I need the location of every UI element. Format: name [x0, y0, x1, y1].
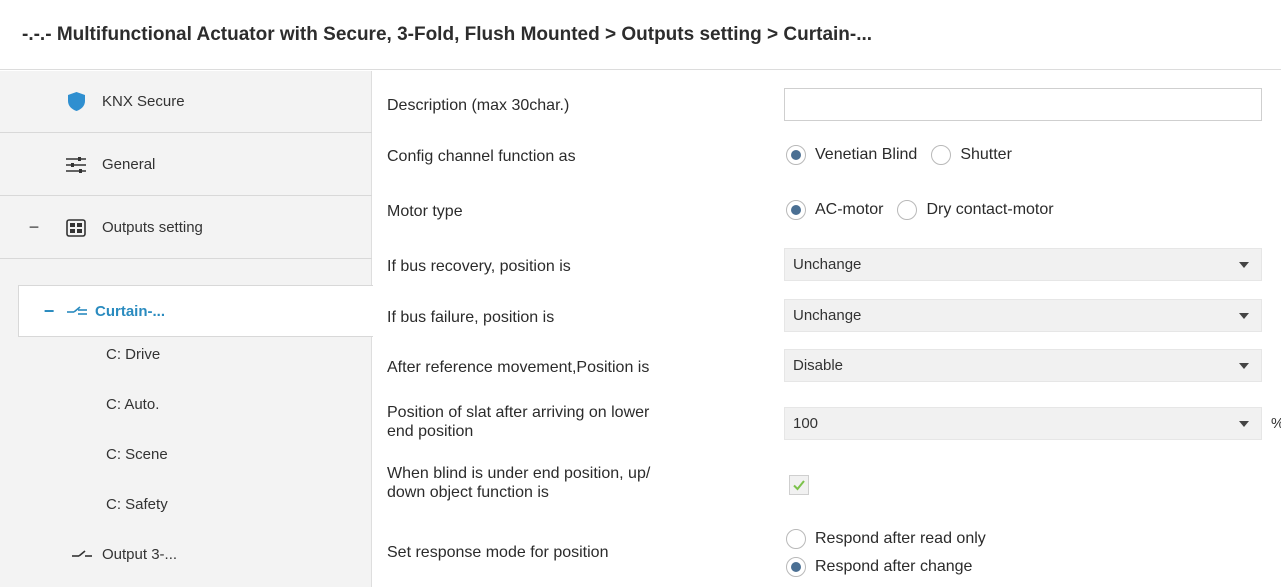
respond-after-read-only-label[interactable]: Respond after read only — [815, 530, 986, 548]
window-title-bar: -.-.- Multifunctional Actuator with Secu… — [0, 0, 1281, 70]
sidebar-item-label: General — [102, 156, 156, 173]
sidebar: KNX Secure General − Outputs setting − C… — [0, 71, 374, 587]
bus-failure-value: Unchange — [793, 307, 862, 324]
bus-failure-select[interactable]: Unchange — [784, 299, 1262, 332]
respond-after-change-radio[interactable] — [786, 557, 806, 577]
parameter-panel: Description (max 30char.) Config channel… — [373, 71, 1281, 587]
slat-position-label: Position of slat after arriving on lower… — [387, 403, 649, 441]
collapse-icon[interactable]: − — [39, 301, 59, 322]
sidebar-item-auto[interactable]: C: Auto. — [0, 379, 372, 429]
channel-function-radio-group: Venetian Blind Shutter — [786, 145, 1026, 165]
response-after-change-option: Respond after change — [786, 557, 986, 577]
slat-position-label-line1: Position of slat after arriving on lower — [387, 404, 650, 421]
ac-motor-radio-label[interactable]: AC-motor — [815, 201, 883, 219]
after-reference-row: After reference movement,Position is Dis… — [373, 347, 1281, 387]
sidebar-item-safety[interactable]: C: Safety — [0, 479, 372, 529]
slat-position-label-line2: end position — [387, 423, 474, 440]
under-end-position-row: When blind is under end position, up/ do… — [373, 457, 1281, 511]
module-icon — [64, 217, 88, 239]
channel-function-label: Config channel function as — [387, 148, 576, 165]
curtain-icon — [65, 300, 89, 322]
bus-recovery-select[interactable]: Unchange — [784, 248, 1262, 281]
dropdown-arrow-icon — [1239, 363, 1249, 369]
slat-position-select[interactable]: 100 — [784, 407, 1262, 440]
window-title: -.-.- Multifunctional Actuator with Secu… — [22, 23, 873, 45]
sidebar-item-label: Curtain-... — [95, 302, 165, 320]
ac-motor-radio[interactable] — [786, 200, 806, 220]
sidebar-item-output-3[interactable]: Output 3-... — [0, 529, 372, 579]
check-icon — [793, 480, 805, 491]
motor-type-row: Motor type AC-motor Dry contact-motor — [373, 192, 1281, 232]
response-mode-row: Set response mode for position Respond a… — [373, 521, 1281, 587]
sidebar-item-label: Outputs setting — [102, 219, 203, 236]
dry-contact-motor-radio[interactable] — [897, 200, 918, 220]
under-end-position-label-line2: down object function is — [387, 484, 549, 501]
sidebar-item-label: C: Auto. — [106, 395, 160, 413]
slat-position-row: Position of slat after arriving on lower… — [373, 397, 1281, 447]
motor-type-label: Motor type — [387, 203, 463, 220]
motor-type-radio-group: AC-motor Dry contact-motor — [786, 200, 1068, 220]
response-mode-label: Set response mode for position — [387, 544, 609, 561]
switch-icon — [70, 543, 94, 565]
description-row: Description (max 30char.) — [373, 86, 1281, 126]
bus-failure-row: If bus failure, position is Unchange — [373, 297, 1281, 337]
dropdown-arrow-icon — [1239, 262, 1249, 268]
description-input[interactable] — [784, 88, 1262, 121]
sidebar-item-scene[interactable]: C: Scene — [0, 429, 372, 479]
after-reference-value: Disable — [793, 357, 844, 374]
sidebar-item-outputs-setting[interactable]: − Outputs setting — [0, 197, 372, 259]
slat-position-unit: % — [1271, 415, 1281, 432]
venetian-blind-radio[interactable] — [786, 145, 806, 165]
shutter-radio-label[interactable]: Shutter — [960, 146, 1012, 164]
under-end-position-label-line1: When blind is under end position, up/ — [387, 465, 651, 482]
sidebar-item-label: C: Drive — [106, 345, 161, 363]
bus-recovery-value: Unchange — [793, 256, 862, 273]
response-read-only-option: Respond after read only — [786, 529, 1000, 549]
sidebar-item-general[interactable]: General — [0, 134, 372, 196]
shutter-radio[interactable] — [931, 145, 952, 165]
under-end-position-label: When blind is under end position, up/ do… — [387, 464, 650, 502]
collapse-icon[interactable]: − — [24, 217, 44, 238]
bus-failure-label: If bus failure, position is — [387, 309, 555, 326]
respond-after-change-label[interactable]: Respond after change — [815, 558, 972, 576]
after-reference-label: After reference movement,Position is — [387, 359, 650, 376]
sidebar-item-label: Output 3-... — [102, 545, 178, 563]
bus-recovery-label: If bus recovery, position is — [387, 258, 571, 275]
sidebar-item-knx-secure[interactable]: KNX Secure — [0, 71, 372, 133]
description-label: Description (max 30char.) — [387, 97, 570, 114]
dry-contact-motor-radio-label[interactable]: Dry contact-motor — [926, 201, 1053, 219]
dropdown-arrow-icon — [1239, 421, 1249, 427]
sidebar-item-label: C: Safety — [106, 495, 168, 513]
dropdown-arrow-icon — [1239, 313, 1249, 319]
sidebar-item-label: C: Scene — [106, 445, 168, 463]
bus-recovery-row: If bus recovery, position is Unchange — [373, 246, 1281, 286]
under-end-position-checkbox[interactable] — [789, 475, 809, 495]
respond-after-read-only-radio[interactable] — [786, 529, 806, 549]
channel-function-row: Config channel function as Venetian Blin… — [373, 137, 1281, 177]
after-reference-select[interactable]: Disable — [784, 349, 1262, 382]
shield-icon — [64, 91, 88, 113]
venetian-blind-radio-label[interactable]: Venetian Blind — [815, 146, 917, 164]
sidebar-item-drive[interactable]: C: Drive — [0, 329, 372, 379]
slat-position-value: 100 — [793, 415, 819, 432]
sliders-icon — [64, 154, 88, 176]
sidebar-item-label: KNX Secure — [102, 93, 185, 110]
